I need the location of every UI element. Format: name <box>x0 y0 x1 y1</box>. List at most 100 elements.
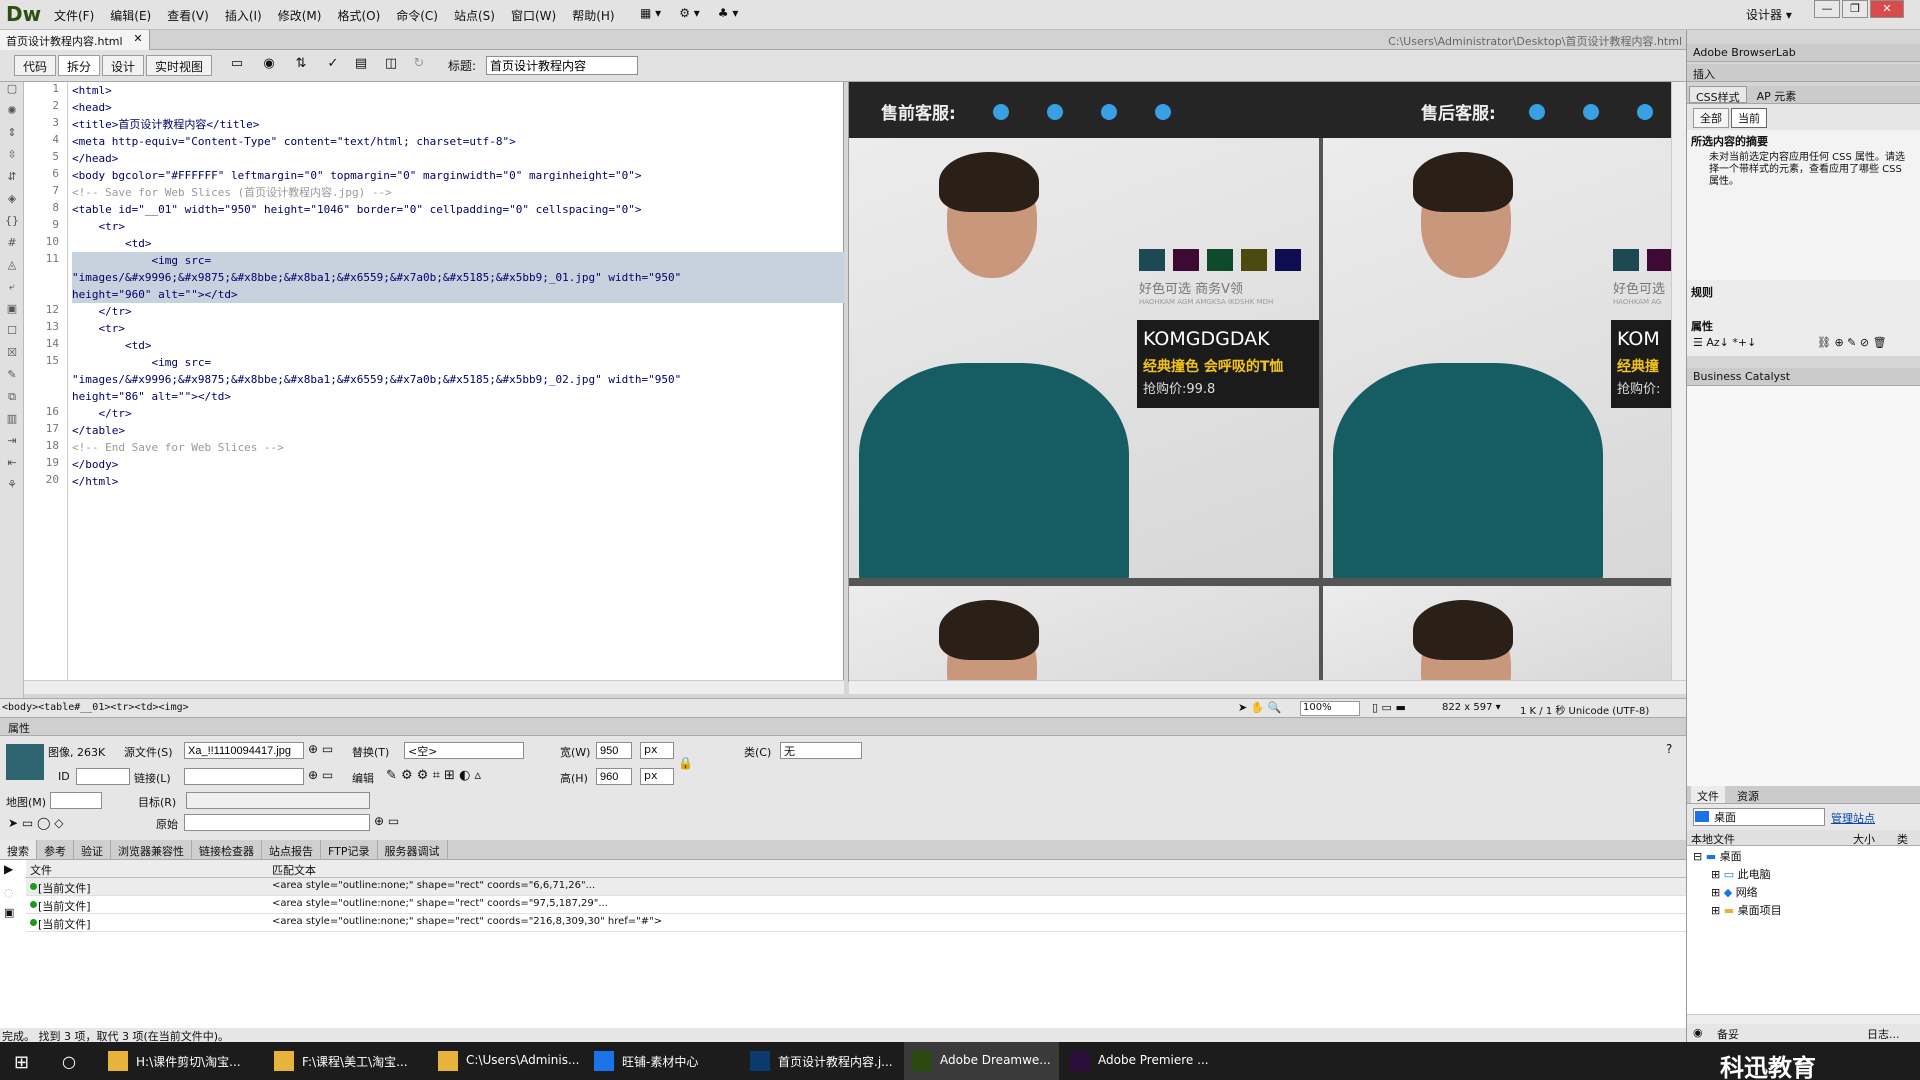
width-input[interactable] <box>596 742 632 759</box>
design-vertical-scrollbar[interactable] <box>1671 82 1687 680</box>
split-view-button[interactable]: 拆分 <box>58 55 101 76</box>
file-management-icon[interactable]: ⇅ <box>290 56 312 74</box>
code-line[interactable]: "images/&#x9996;&#x9875;&#x8bbe;&#x8ba1;… <box>72 269 844 286</box>
local-files-column[interactable]: 本地文件 <box>1691 831 1735 847</box>
result-row[interactable]: [当前文件] <area style="outline:none;" shape=… <box>26 896 1686 914</box>
tree-item-network[interactable]: ⊞ ◆ 网络 <box>1711 884 1758 900</box>
taskbar-item[interactable]: Adobe Premiere ... <box>1062 1042 1217 1080</box>
word-wrap-icon[interactable]: ⤶ <box>0 280 24 302</box>
css-view-icons[interactable]: ☰ Az↓ *+↓ <box>1693 336 1756 349</box>
code-line[interactable]: <!-- End Save for Web Slices --> <box>72 439 844 456</box>
code-line[interactable]: </tr> <box>72 405 844 422</box>
results-tab[interactable]: 验证 <box>74 840 111 859</box>
original-input[interactable] <box>184 814 370 831</box>
code-view-button[interactable]: 代码 <box>14 55 57 76</box>
workspace-switcher[interactable]: 设计器 ▾ <box>1746 6 1792 23</box>
visual-aids-icon[interactable]: ▤ <box>350 56 372 74</box>
code-line[interactable]: <meta http-equiv="Content-Type" content=… <box>72 133 844 150</box>
menu-item[interactable]: 编辑(E) <box>102 7 159 24</box>
code-line[interactable]: </head> <box>72 150 844 167</box>
close-button[interactable]: ✕ <box>1870 0 1904 18</box>
document-tab[interactable]: 首页设计教程内容.html ✕ <box>0 30 150 50</box>
business-catalyst-header[interactable]: Business Catalyst <box>1687 368 1920 386</box>
chat-icon[interactable] <box>1047 104 1063 120</box>
collapse-tag-icon[interactable]: ⇕ <box>0 126 24 148</box>
results-tab[interactable]: 服务器调试 <box>378 840 448 859</box>
design-view[interactable]: 售前客服: 售后客服: 好色可选 商务V领 HAOHKAM AGM AMGKSA… <box>848 82 1687 694</box>
code-line[interactable]: height="86" alt=""></td> <box>72 388 844 405</box>
hotspot-tools-icon[interactable]: ➤ ▭ ◯ ◇ <box>8 816 64 830</box>
window-size-icon[interactable]: ▯ ▭ ▬ <box>1372 701 1406 714</box>
menu-item[interactable]: 帮助(H) <box>564 7 622 24</box>
gear-icon[interactable]: ⚙ ▾ <box>679 6 700 20</box>
select-tool-icon[interactable]: ➤ ✋ 🔍 <box>1238 701 1282 714</box>
w3c-validation-icon[interactable]: ✓ <box>322 56 344 74</box>
code-line[interactable]: <table id="__01" width="950" height="104… <box>72 201 844 218</box>
tag-selector[interactable]: <body><table#__01><tr><td><img> <box>2 702 189 713</box>
balance-braces-icon[interactable]: {} <box>0 214 24 236</box>
assets-tab[interactable]: 资源 <box>1731 786 1765 803</box>
design-canvas[interactable]: 售前客服: 售后客服: 好色可选 商务V领 HAOHKAM AGM AMGKSA… <box>849 82 1671 680</box>
location-select[interactable]: 桌面 <box>1693 808 1825 826</box>
menu-item[interactable]: 格式(O) <box>329 7 388 24</box>
taskbar-item[interactable]: Adobe Dreamwe... <box>904 1042 1059 1080</box>
menu-item[interactable]: 命令(C) <box>388 7 446 24</box>
results-tab[interactable]: 搜索 <box>0 840 37 859</box>
window-size[interactable]: 822 x 597 ▾ <box>1442 702 1501 713</box>
connect-icon[interactable]: ◉ <box>1693 1026 1703 1039</box>
match-column-header[interactable]: 匹配文本 <box>272 862 316 878</box>
size-column[interactable]: 大小 <box>1853 831 1875 847</box>
alt-select[interactable]: <空> <box>404 742 524 759</box>
collapse-selection-icon[interactable]: ⇳ <box>0 148 24 170</box>
code-line[interactable]: </tr> <box>72 303 844 320</box>
restore-button[interactable]: ❐ <box>1842 0 1868 18</box>
browserlab-panel-header[interactable]: Adobe BrowserLab <box>1687 44 1920 62</box>
results-tab[interactable]: 站点报告 <box>262 840 321 859</box>
code-line[interactable]: <body bgcolor="#FFFFFF" leftmargin="0" t… <box>72 167 844 184</box>
line-numbers-icon[interactable]: # <box>0 236 24 258</box>
height-unit-select[interactable]: px <box>640 768 674 785</box>
target-select[interactable] <box>186 792 370 809</box>
indent-icon[interactable]: ⇥ <box>0 434 24 456</box>
menu-item[interactable]: 文件(F) <box>46 7 102 24</box>
menu-item[interactable]: 插入(I) <box>217 7 270 24</box>
original-browse-icon[interactable]: ⊕ ▭ <box>374 814 399 828</box>
results-tab[interactable]: 参考 <box>37 840 74 859</box>
code-line[interactable]: <!-- Save for Web Slices (首页设计教程内容.jpg) … <box>72 184 844 201</box>
code-line[interactable]: </html> <box>72 473 844 490</box>
wrap-tag-icon[interactable]: ✎ <box>0 368 24 390</box>
refresh-icon[interactable]: ↻ <box>408 56 430 74</box>
open-documents-icon[interactable]: ▢ <box>0 82 24 104</box>
files-tab[interactable]: 文件 <box>1691 786 1725 803</box>
chat-icon[interactable] <box>1583 104 1599 120</box>
file-column-header[interactable]: 文件 <box>30 862 52 878</box>
live-view-button[interactable]: 实时视图 <box>146 55 213 76</box>
taskbar-item[interactable]: H:\课件剪切\淘宝... <box>100 1042 249 1080</box>
link-input[interactable] <box>184 768 304 785</box>
taskbar-item[interactable]: 首页设计教程内容.j... <box>742 1042 901 1080</box>
layout-icon[interactable]: ▦ ▾ <box>640 6 661 20</box>
apply-comment-icon[interactable]: ☐ <box>0 324 24 346</box>
code-line[interactable]: </body> <box>72 456 844 473</box>
recent-snippets-icon[interactable]: ⧉ <box>0 390 24 412</box>
highlight-invalid-icon[interactable]: ◬ <box>0 258 24 280</box>
search-icon[interactable]: ○ <box>62 1052 76 1071</box>
tree-item-desktop[interactable]: ⊟ ▬ 桌面 <box>1693 848 1742 864</box>
code-line[interactable]: <tr> <box>72 218 844 235</box>
src-input[interactable] <box>184 742 304 759</box>
syntax-error-icon[interactable]: ▣ <box>0 302 24 324</box>
manage-sites-link[interactable]: 管理站点 <box>1831 810 1875 826</box>
move-css-icon[interactable]: ▥ <box>0 412 24 434</box>
code-horizontal-scrollbar[interactable] <box>24 680 844 694</box>
menu-item[interactable]: 查看(V) <box>159 7 217 24</box>
code-line[interactable]: <img src= <box>72 354 844 371</box>
stop-icon[interactable]: ◌ <box>4 886 14 899</box>
expand-all-icon[interactable]: ⇵ <box>0 170 24 192</box>
menu-item[interactable]: 窗口(W) <box>503 7 564 24</box>
show-code-navigator-icon[interactable]: ✺ <box>0 104 24 126</box>
zoom-select[interactable]: 100% <box>1300 701 1360 716</box>
outdent-icon[interactable]: ⇤ <box>0 456 24 478</box>
code-lines[interactable]: <html> <head> <title>首页设计教程内容</title> <meta… <box>72 82 844 490</box>
play-icon[interactable]: ▶ <box>4 862 13 876</box>
taskbar-item[interactable]: 旺铺-素材中心 <box>586 1042 706 1080</box>
